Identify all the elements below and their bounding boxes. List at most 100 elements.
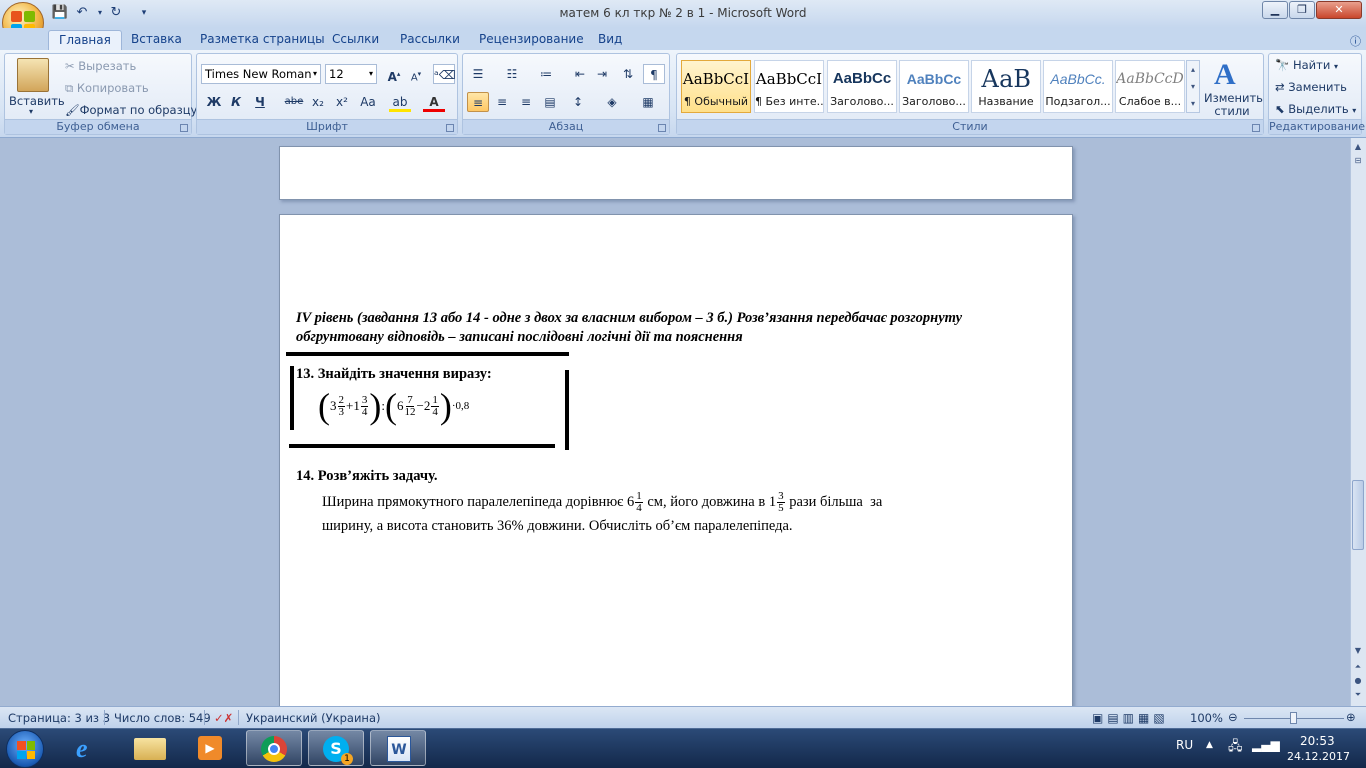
close-button[interactable]: ✕ (1316, 1, 1362, 19)
ruler-toggle-icon[interactable]: ⊟ (1351, 154, 1365, 168)
style-subtitle[interactable]: AaBbCc. Подзагол... (1043, 60, 1113, 113)
justify-icon[interactable]: ▤ (539, 92, 561, 112)
taskbar-media-player[interactable]: ▶ (182, 730, 238, 766)
paste-dropdown-icon[interactable]: ▾ (29, 107, 33, 116)
copy-button[interactable]: ⧉ Копировать (65, 81, 149, 96)
taskbar-chrome[interactable] (246, 730, 302, 766)
network-icon[interactable]: 🖧 (1228, 737, 1243, 759)
minimize-button[interactable]: ▁ (1262, 1, 1288, 19)
styles-scroll[interactable]: ▴ ▾ ▾ (1186, 60, 1200, 113)
change-case-button[interactable]: Aa (357, 92, 379, 112)
zoom-out-icon[interactable]: ⊖ (1228, 710, 1238, 724)
start-button[interactable] (6, 730, 44, 768)
format-painter-button[interactable]: 🖌Формат по образцу (65, 103, 197, 117)
previous-page-icon[interactable]: ⏶ (1351, 660, 1365, 674)
zoom-in-icon[interactable]: ⊕ (1346, 710, 1356, 724)
shading-icon[interactable]: ◈ (601, 92, 623, 112)
subscript-button[interactable]: x₂ (307, 92, 329, 112)
next-page-icon[interactable]: ⏷ (1351, 688, 1365, 702)
scroll-down-icon[interactable]: ▼ (1351, 644, 1365, 658)
clipboard-dialog-launcher[interactable] (180, 124, 188, 132)
view-buttons[interactable]: ▣▤▥▦▧ (1092, 711, 1169, 725)
page-3[interactable] (279, 214, 1073, 714)
font-color-icon[interactable]: A (423, 92, 445, 112)
taskbar-skype[interactable]: S1 (308, 730, 364, 766)
style-no-spacing[interactable]: AaBbCcI ¶ Без инте... (754, 60, 824, 113)
tab-mailings[interactable]: Рассылки (390, 30, 470, 50)
signal-icon[interactable]: ▂▄▆ (1252, 738, 1280, 752)
style-subtle-emphasis[interactable]: AaBbCcD Слабое в... (1115, 60, 1185, 113)
change-styles-button[interactable]: Изменить стили (1204, 92, 1263, 118)
grow-font-button[interactable]: A▴ (383, 64, 405, 84)
tab-page-layout[interactable]: Разметка страницы (190, 30, 335, 50)
restore-button[interactable]: ❐ (1289, 1, 1315, 19)
font-dialog-launcher[interactable] (446, 124, 454, 132)
vertical-scrollbar[interactable] (1350, 138, 1366, 706)
paste-button[interactable]: Вставить (9, 94, 65, 108)
replace-button[interactable]: ⇄ Заменить (1275, 80, 1347, 94)
language-bar[interactable]: RU (1176, 738, 1193, 752)
style-heading-1[interactable]: AaBbCc Заголово... (827, 60, 897, 113)
tab-references[interactable]: Ссылки (322, 30, 389, 50)
styles-dialog-launcher[interactable] (1252, 124, 1260, 132)
align-center-icon[interactable]: ≡ (491, 92, 513, 112)
word-count[interactable]: Число слов: 549 (114, 711, 211, 725)
multilevel-list-icon[interactable]: ≔ (535, 64, 557, 84)
taskbar-ie[interactable]: e (62, 730, 118, 766)
paragraph-dialog-launcher[interactable] (658, 124, 666, 132)
clear-formatting-icon[interactable]: ᵃ⌫ (433, 64, 456, 84)
language-indicator[interactable]: Украинский (Украина) (246, 711, 380, 725)
taskbar-explorer[interactable] (122, 730, 178, 766)
customize-qat-icon[interactable]: ▾ (134, 4, 154, 22)
borders-icon[interactable]: ▦ (637, 92, 659, 112)
clock-time[interactable]: 20:53 (1300, 734, 1335, 748)
change-styles-icon: A (1214, 58, 1236, 91)
page-indicator[interactable]: Страница: 3 из 3 (8, 711, 110, 725)
decrease-indent-icon[interactable]: ⇤ (569, 64, 591, 84)
zoom-level[interactable]: 100% (1190, 711, 1223, 725)
strikethrough-button[interactable]: abe (283, 92, 305, 112)
show-hidden-icons-icon[interactable]: ▲ (1206, 740, 1213, 750)
font-name-combo[interactable]: Times New Roman ▾ (201, 64, 321, 84)
tab-view[interactable]: Вид (588, 30, 632, 50)
align-left-icon[interactable]: ≡ (467, 92, 489, 112)
tab-home[interactable]: Главная (48, 30, 122, 50)
tab-review[interactable]: Рецензирование (469, 30, 594, 50)
font-size-combo[interactable]: 12 ▾ (325, 64, 377, 84)
page-2-bottom[interactable] (279, 146, 1073, 200)
bold-button[interactable]: Ж (203, 92, 225, 112)
style-heading-2[interactable]: AaBbCc Заголово... (899, 60, 969, 113)
increase-indent-icon[interactable]: ⇥ (591, 64, 613, 84)
zoom-slider-thumb[interactable] (1290, 712, 1297, 724)
replace-icon: ⇄ (1275, 80, 1285, 94)
scroll-thumb[interactable] (1352, 480, 1364, 550)
style-normal[interactable]: AaBbCcI ¶ Обычный (681, 60, 751, 113)
proofing-icon[interactable]: ✓✗ (214, 711, 233, 725)
style-title[interactable]: АаВ Название (971, 60, 1041, 113)
taskbar-word[interactable]: W (370, 730, 426, 766)
cut-button[interactable]: ✂ Вырезать (65, 59, 136, 73)
underline-button[interactable]: Ч (249, 92, 271, 112)
tab-insert[interactable]: Вставка (121, 30, 192, 50)
shrink-font-button[interactable]: A▾ (405, 64, 427, 84)
superscript-button[interactable]: x² (331, 92, 353, 112)
highlight-icon[interactable]: ab (389, 92, 411, 112)
help-icon[interactable]: ⓘ (1350, 33, 1361, 49)
line-spacing-icon[interactable]: ↕ (567, 92, 589, 112)
bullets-icon[interactable]: ☰ (467, 64, 489, 84)
clock-date[interactable]: 24.12.2017 (1287, 750, 1350, 763)
find-button[interactable]: 🔭 Найти ▾ (1275, 58, 1338, 72)
sort-icon[interactable]: ⇅ (617, 64, 639, 84)
undo-icon[interactable]: ↶ (72, 4, 92, 22)
scroll-up-icon[interactable]: ▲ (1351, 140, 1365, 154)
task-14-title: 14. Розв’яжіть задачу. (296, 468, 438, 484)
align-right-icon[interactable]: ≡ (515, 92, 537, 112)
redo-icon[interactable]: ↻ (106, 4, 126, 22)
select-browse-object-icon[interactable]: ● (1351, 674, 1365, 688)
save-icon[interactable]: 💾 (50, 4, 70, 22)
select-button[interactable]: ⬉ Выделить ▾ (1275, 102, 1356, 116)
numbering-icon[interactable]: ☷ (501, 64, 523, 84)
italic-button[interactable]: К (225, 92, 247, 112)
show-marks-icon[interactable]: ¶ (643, 64, 665, 84)
minimize-icon: ▁ (1270, 3, 1280, 16)
